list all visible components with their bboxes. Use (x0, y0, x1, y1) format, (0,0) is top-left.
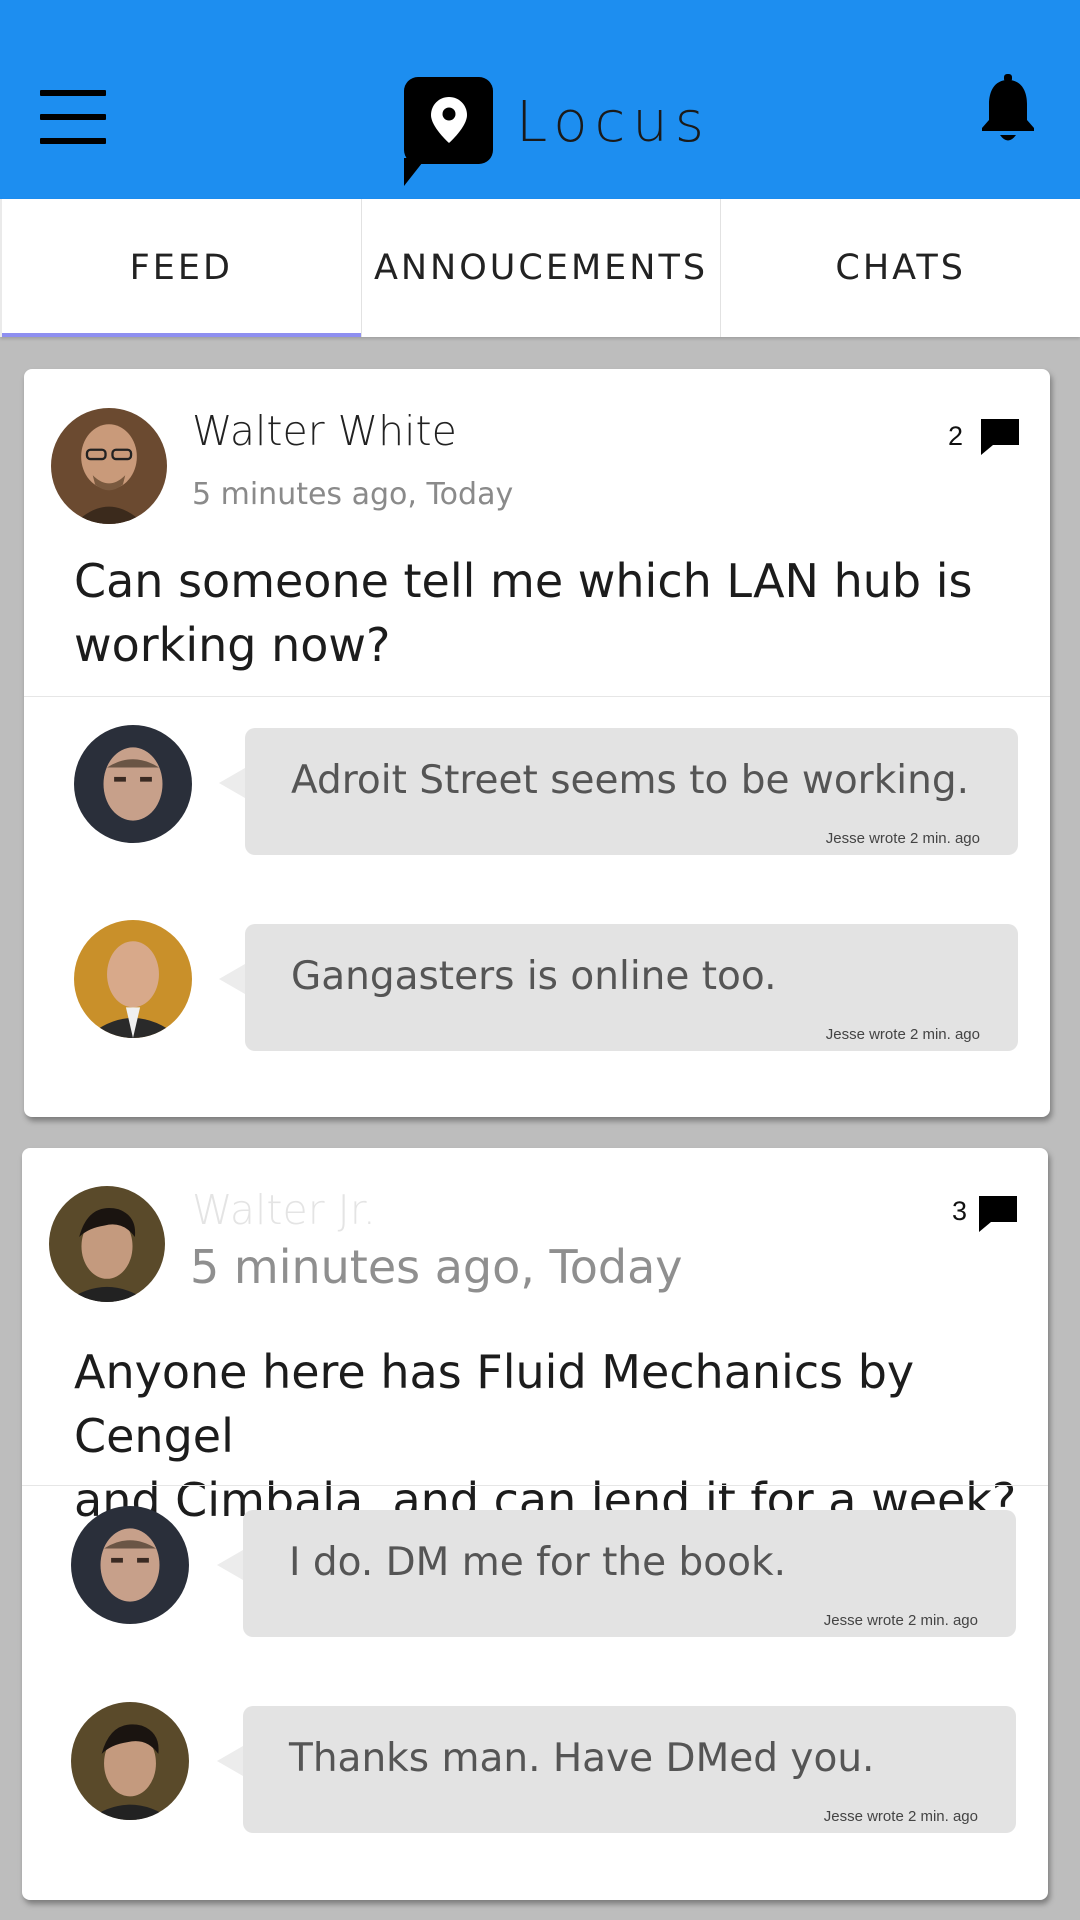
divider (22, 1485, 1048, 1486)
tab-chats[interactable]: CHATS (721, 199, 1080, 337)
post-body: Can someone tell me which LAN hub is wor… (74, 549, 972, 677)
post-timestamp: 5 minutes ago, Today (192, 477, 514, 512)
post-body-line: Anyone here has Fluid Mechanics by Cenge… (74, 1345, 915, 1463)
post-timestamp: 5 minutes ago, Today (190, 1240, 683, 1294)
reply-bubble: Gangasters is online too. Jesse wrote 2 … (219, 924, 1018, 1051)
reply-avatar[interactable] (71, 1506, 189, 1624)
tab-bar: FEED ANNOUCEMENTS CHATS (0, 199, 1080, 337)
bell-icon[interactable] (980, 74, 1036, 144)
post-body: Anyone here has Fluid Mechanics by Cenge… (74, 1340, 1048, 1532)
tab-feed[interactable]: FEED (0, 199, 362, 337)
author-avatar[interactable] (51, 408, 167, 524)
reply-bubble: I do. DM me for the book. Jesse wrote 2 … (217, 1510, 1016, 1637)
divider (24, 696, 1050, 697)
hamburger-menu-icon[interactable] (40, 90, 114, 144)
post-author[interactable]: Walter Jr. (192, 1186, 376, 1234)
tab-announcements[interactable]: ANNOUCEMENTS (362, 199, 722, 337)
reply-text: Adroit Street seems to be working. (291, 758, 970, 803)
reply-meta: Jesse wrote 2 min. ago (825, 830, 980, 847)
map-pin-icon (404, 77, 493, 164)
reply-bubble: Thanks man. Have DMed you. Jesse wrote 2… (217, 1706, 1016, 1833)
reply-text: Thanks man. Have DMed you. (289, 1736, 875, 1781)
reply-text: Gangasters is online too. (291, 954, 777, 999)
post-card: Walter Jr. 5 minutes ago, Today 3 Anyone… (22, 1148, 1048, 1900)
reply-avatar[interactable] (71, 1702, 189, 1820)
app-title: Locus (516, 90, 711, 155)
reply-text: I do. DM me for the book. (289, 1540, 786, 1585)
comment-count: 2 (948, 421, 964, 451)
post-card: Walter White 5 minutes ago, Today 2 Can … (24, 369, 1050, 1117)
reply-meta: Jesse wrote 2 min. ago (825, 1026, 980, 1043)
reply-avatar[interactable] (74, 920, 192, 1038)
post-author[interactable]: Walter White (192, 407, 457, 455)
reply-avatar[interactable] (74, 725, 192, 843)
reply-bubble: Adroit Street seems to be working. Jesse… (219, 728, 1018, 855)
post-body-line: working now? (74, 618, 391, 672)
logo-tail (404, 158, 426, 186)
author-avatar[interactable] (49, 1186, 165, 1302)
speech-bubble-icon[interactable] (981, 419, 1019, 460)
reply-meta: Jesse wrote 2 min. ago (823, 1612, 978, 1629)
speech-bubble-icon[interactable] (979, 1196, 1017, 1237)
app-bar: Locus (0, 0, 1080, 199)
reply-meta: Jesse wrote 2 min. ago (823, 1808, 978, 1825)
post-body-line: Can someone tell me which LAN hub is (74, 554, 973, 608)
comment-count: 3 (952, 1196, 968, 1226)
